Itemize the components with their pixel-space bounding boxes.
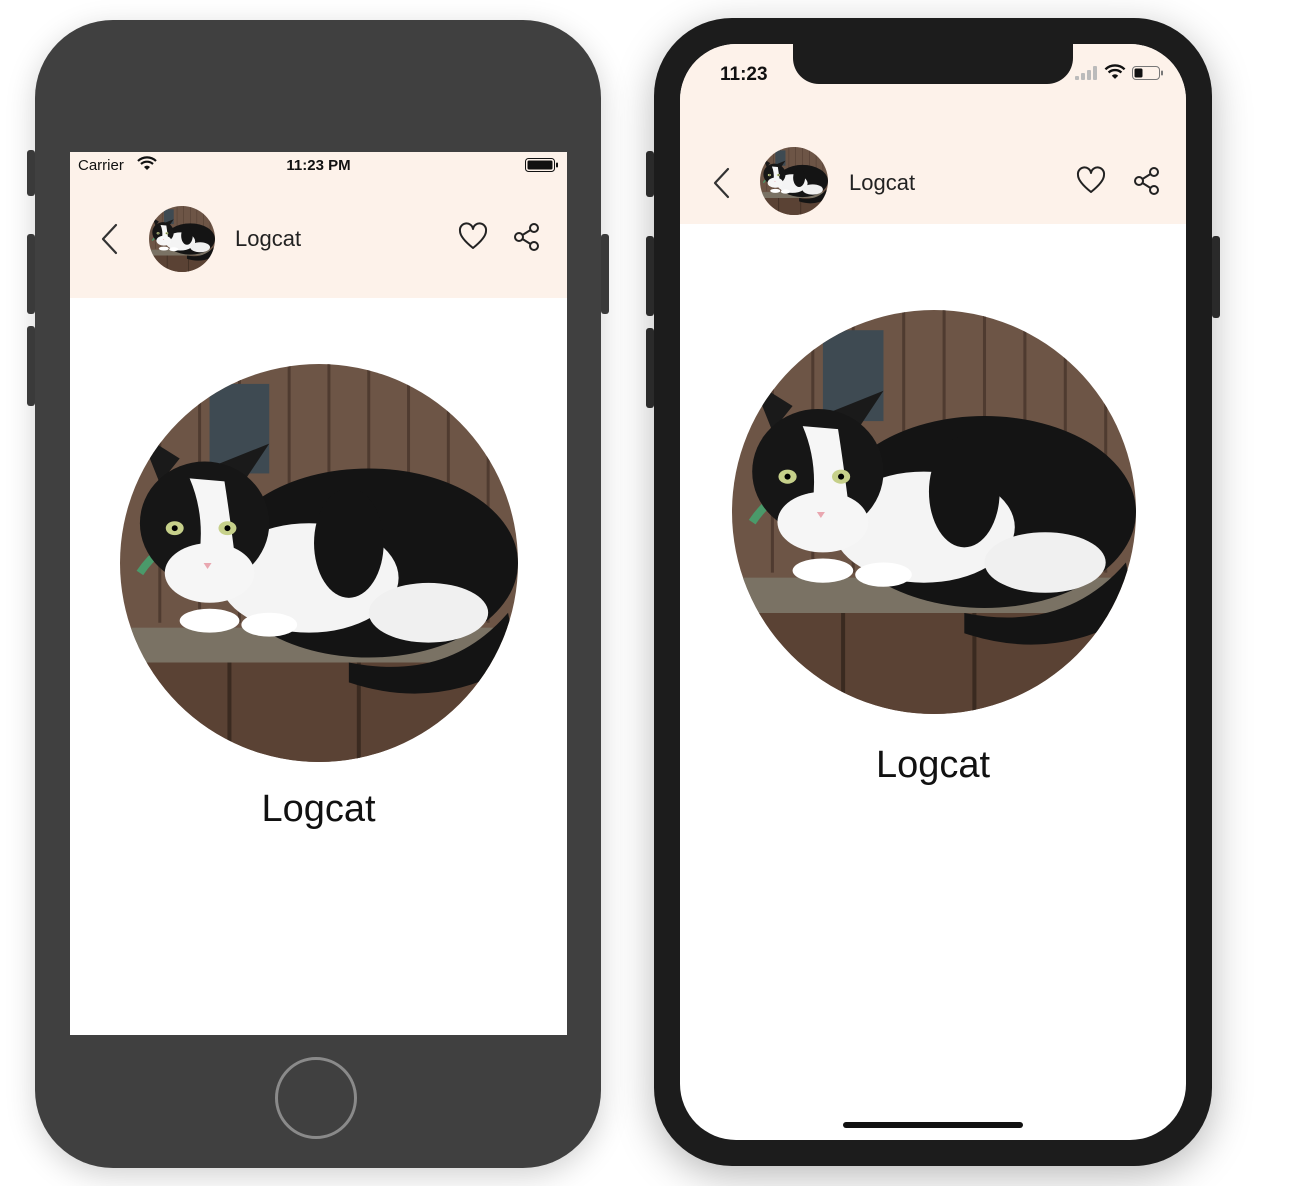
home-indicator[interactable] [843, 1122, 1023, 1128]
mute-switch [27, 150, 35, 196]
wifi-icon [1104, 64, 1126, 85]
status-bar: Carrier 11:23 PM [70, 152, 567, 178]
volume-up-button [646, 236, 654, 316]
mute-switch [646, 151, 654, 197]
battery-icon [525, 158, 559, 176]
profile-name: Logcat [261, 788, 376, 830]
profile-name: Logcat [875, 744, 991, 786]
side-button [1212, 236, 1220, 318]
iphone-x-device: 11:23 Logcat Logcat [646, 18, 1220, 1166]
navigation-bar: Logcat [70, 178, 567, 298]
status-time: 11:23 PM [286, 157, 351, 174]
signal-icon [1075, 66, 1099, 85]
status-time: 11:23 [720, 64, 768, 85]
heart-icon[interactable] [1076, 166, 1106, 201]
volume-down-button [646, 328, 654, 408]
screen: 11:23 Logcat Logcat [680, 44, 1186, 1140]
power-button [601, 234, 609, 314]
volume-down-button [27, 326, 35, 406]
back-chevron-icon[interactable] [710, 166, 734, 205]
home-button[interactable] [275, 1057, 357, 1139]
iphone-8-device: Carrier 11:23 PM Logcat Logcat [27, 20, 609, 1168]
volume-up-button [27, 234, 35, 314]
notch [793, 44, 1073, 84]
share-icon[interactable] [512, 222, 542, 257]
heart-icon[interactable] [458, 222, 488, 257]
share-icon[interactable] [1132, 166, 1162, 201]
battery-icon [1132, 66, 1164, 86]
nav-title: Logcat [849, 170, 916, 195]
nav-title: Logcat [235, 226, 302, 251]
avatar[interactable] [760, 147, 828, 215]
screen: Carrier 11:23 PM Logcat Logcat [70, 152, 567, 1035]
profile-photo [732, 310, 1136, 714]
back-chevron-icon[interactable] [98, 222, 122, 261]
avatar[interactable] [149, 206, 215, 272]
profile-photo [120, 364, 518, 762]
